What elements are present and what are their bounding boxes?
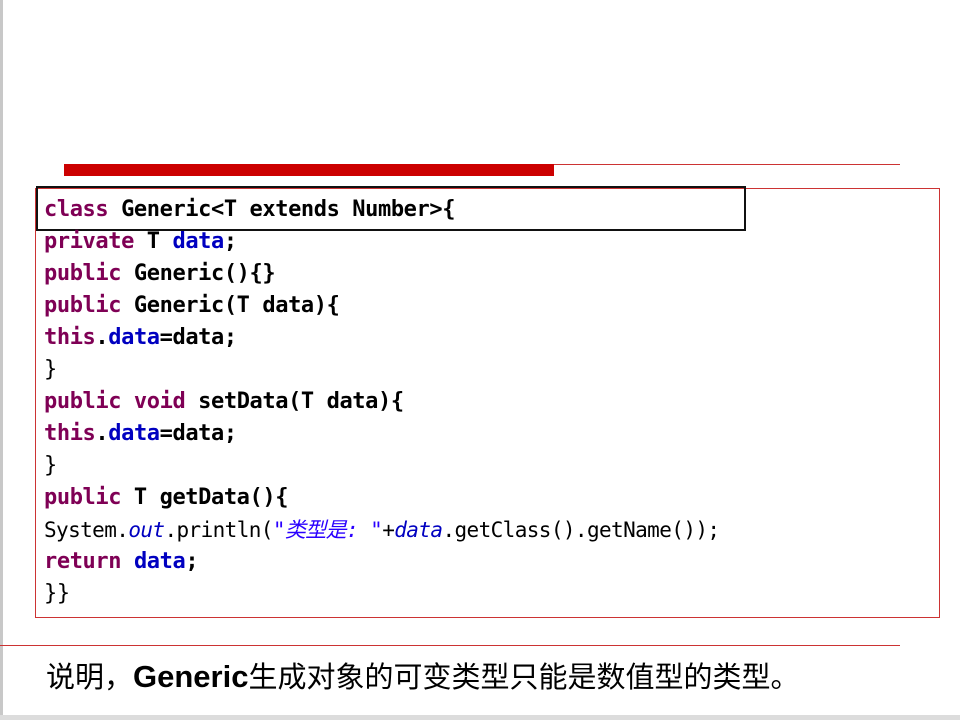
code-line-return: return data; (44, 546, 199, 578)
code-line-field: private T data; (44, 226, 237, 258)
note-term: Generic (133, 659, 249, 694)
keyword-public: public (44, 485, 122, 510)
keyword-return: return (44, 549, 122, 574)
closing-braces: }} (44, 581, 70, 606)
code-line-getter: public T getData(){ (44, 482, 288, 514)
class-signature: Generic<T extends Number>{ (108, 197, 456, 222)
closing-brace: } (44, 453, 57, 478)
title-accent-line (554, 164, 900, 165)
getter-signature: T getData(){ (121, 485, 289, 510)
bottom-edge-bar (0, 715, 960, 720)
string-literal: "类型是: " (272, 518, 383, 542)
concat-operator: + (382, 518, 395, 542)
println-call: .println( (164, 518, 273, 542)
note-suffix: 生成对象的可变类型只能是数值型的类型。 (248, 660, 800, 694)
field-reference: data (108, 421, 160, 446)
system-class: System. (44, 518, 129, 542)
keyword-this: this (44, 325, 96, 350)
keyword-public: public (44, 389, 122, 414)
code-line-println: System.out.println("类型是: "+data.getClass… (44, 514, 720, 546)
note-prefix: 说明， (46, 660, 134, 694)
member-dot: . (95, 325, 109, 350)
member-dot: . (95, 421, 109, 446)
field-type: T (133, 229, 173, 254)
statement-end: ; (185, 549, 199, 574)
note-divider (0, 645, 900, 646)
constructor-signature: Generic(T data){ (121, 293, 340, 318)
left-edge-bar (0, 0, 3, 720)
setter-signature: setData(T data){ (185, 389, 404, 414)
data-reference: data (394, 518, 443, 542)
explanation-note: 说明，Generic生成对象的可变类型只能是数值型的类型。 (46, 655, 799, 699)
keyword-public: public (44, 293, 122, 318)
method-chain: .getClass().getName()); (442, 518, 720, 542)
keyword-void: void (121, 389, 186, 414)
code-line-setter: public void setData(T data){ (44, 386, 404, 418)
code-line-default-constructor: public Generic(){} (44, 258, 276, 290)
out-field: out (128, 518, 165, 542)
field-end: ; (223, 229, 237, 254)
code-line-constructor: public Generic(T data){ (44, 290, 340, 322)
field-reference: data (108, 325, 160, 350)
keyword-this: this (44, 421, 96, 446)
assignment: =data; (159, 421, 237, 446)
field-reference: data (133, 549, 186, 574)
println-statement: System.out.println("类型是: "+data.getClass… (44, 518, 720, 542)
code-line-close-brace: } (44, 354, 57, 386)
title-accent-bar (64, 164, 554, 176)
code-line-close-brace: } (44, 450, 57, 482)
code-line-setter-body: this.data=data; (44, 418, 237, 450)
code-line-close-braces: }} (44, 578, 70, 610)
keyword-public: public (44, 261, 122, 286)
default-constructor-signature: Generic(){} (121, 261, 276, 286)
code-line-constructor-body: this.data=data; (44, 322, 237, 354)
field-name: data (172, 229, 224, 254)
keyword-class: class (44, 197, 109, 222)
keyword-private: private (44, 229, 134, 254)
assignment: =data; (159, 325, 237, 350)
slide: class Generic<T extends Number>{ private… (0, 0, 960, 720)
closing-brace: } (44, 357, 57, 382)
code-line-class-declaration: class Generic<T extends Number>{ (44, 194, 455, 226)
